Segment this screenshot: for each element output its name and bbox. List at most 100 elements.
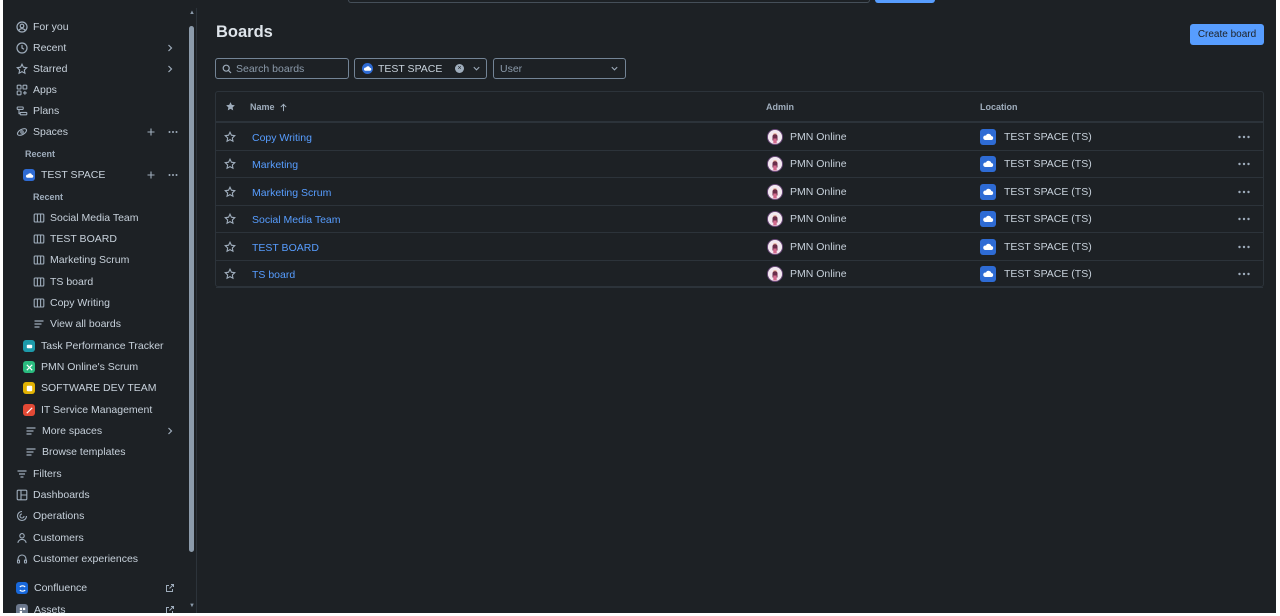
create-board-button[interactable]: Create board (1190, 24, 1264, 45)
board-admin[interactable]: PMN Online (767, 266, 847, 282)
cloud-icon (980, 266, 996, 282)
scroll-down-arrow[interactable]: ▼ (189, 603, 195, 609)
chevron-down-icon[interactable] (610, 64, 619, 73)
board-name-link[interactable]: TEST BOARD (252, 242, 319, 254)
sidebar-item-recent[interactable]: Recent (16, 38, 66, 58)
sidebar-app-confluence[interactable]: Confluence (16, 578, 87, 598)
sidebar-item-spaces[interactable]: Spaces (16, 122, 68, 142)
more-actions-icon[interactable] (1237, 158, 1251, 170)
search-icon (222, 64, 232, 73)
search-input[interactable] (236, 62, 341, 75)
search-boards-field[interactable] (215, 58, 349, 79)
board-location[interactable]: TEST SPACE (TS) (980, 211, 1092, 228)
recent-spaces-label: Recent (25, 149, 56, 159)
sidebar-item-customers[interactable]: Customers (16, 528, 84, 548)
sidebar-item-operations[interactable]: Operations (16, 506, 84, 526)
board-location[interactable]: TEST SPACE (TS) (980, 129, 1092, 145)
cloud-icon (980, 183, 996, 200)
admin-name: PMN Online (790, 158, 847, 171)
more-actions-icon[interactable] (1237, 186, 1251, 198)
board-name-link[interactable]: TS board (252, 269, 295, 281)
sidebar-space-pmn-online-scrum[interactable]: PMN Online's Scrum (23, 357, 138, 377)
star-icon[interactable] (224, 268, 236, 280)
avatar (767, 238, 783, 255)
sidebar-view-all-boards[interactable]: View all boards (33, 314, 121, 334)
add-space-icon[interactable] (146, 127, 156, 140)
more-actions-icon[interactable] (1237, 268, 1251, 280)
global-search-bar[interactable] (348, 0, 870, 3)
board-icon (33, 297, 45, 309)
column-header-name[interactable]: Name (250, 102, 288, 112)
more-options-icon[interactable] (168, 127, 178, 140)
board-location[interactable]: TEST SPACE (TS) (980, 266, 1092, 282)
external-link-icon[interactable] (165, 583, 175, 593)
star-icon[interactable] (224, 213, 236, 225)
table-row: Marketing PMN Online TEST SPACE (TS) (216, 151, 1263, 179)
avatar (767, 211, 783, 228)
sidebar-board-item[interactable]: TS board (33, 272, 93, 292)
sidebar-item-plans[interactable]: Plans (16, 101, 59, 121)
filter-icon (16, 468, 28, 480)
sidebar-app-assets[interactable]: Assets (16, 600, 66, 613)
star-icon[interactable] (224, 240, 236, 253)
location-name: TEST SPACE (TS) (1004, 268, 1092, 280)
confluence-icon (16, 582, 28, 594)
board-location[interactable]: TEST SPACE (TS) (980, 156, 1092, 173)
avatar (767, 156, 783, 173)
sidebar-board-item[interactable]: Social Media Team (33, 208, 139, 228)
sidebar-item-starred[interactable]: Starred (16, 59, 67, 79)
board-location[interactable]: TEST SPACE (TS) (980, 183, 1092, 200)
sidebar-item-customer-experiences[interactable]: Customer experiences (16, 549, 138, 569)
sidebar-item-for-you[interactable]: For you (16, 17, 69, 37)
sidebar-space-test-space[interactable]: TEST SPACE (23, 165, 105, 185)
board-admin[interactable]: PMN Online (767, 238, 847, 255)
avatar (767, 266, 783, 282)
sidebar-board-item[interactable]: TEST BOARD (33, 229, 117, 249)
sidebar-scrollbar-thumb[interactable] (189, 26, 194, 552)
board-name-link[interactable]: Social Media Team (252, 214, 341, 226)
sidebar-board-item[interactable]: Marketing Scrum (33, 250, 129, 270)
chevron-right-icon[interactable] (165, 43, 175, 53)
star-icon[interactable] (224, 158, 236, 170)
sidebar-board-item[interactable]: Copy Writing (33, 293, 110, 313)
column-header-location: Location (980, 102, 1018, 112)
sidebar-space-task-performance-tracker[interactable]: Task Performance Tracker (23, 336, 164, 356)
sidebar-item-apps[interactable]: Apps (16, 80, 57, 100)
more-actions-icon[interactable] (1237, 131, 1251, 143)
star-icon[interactable] (224, 185, 236, 198)
space-avatar-icon (23, 382, 35, 394)
clear-icon[interactable]: × (455, 64, 464, 73)
sidebar-space-software-dev-team[interactable]: SOFTWARE DEV TEAM (23, 378, 157, 398)
space-filter-select[interactable]: TEST SPACE × (354, 58, 487, 79)
scroll-up-arrow[interactable]: ▲ (189, 10, 195, 16)
sidebar-item-filters[interactable]: Filters (16, 464, 62, 484)
cloud-icon (980, 156, 996, 173)
board-admin[interactable]: PMN Online (767, 211, 847, 228)
board-admin[interactable]: PMN Online (767, 129, 847, 145)
sort-ascending-icon (279, 103, 287, 111)
board-admin[interactable]: PMN Online (767, 183, 847, 200)
sidebar-more-spaces[interactable]: More spaces (25, 421, 102, 441)
add-icon[interactable] (146, 170, 156, 183)
user-filter-select[interactable]: User (493, 58, 626, 79)
star-filled-icon[interactable] (225, 101, 236, 112)
chevron-down-icon[interactable] (472, 64, 481, 73)
board-location[interactable]: TEST SPACE (TS) (980, 238, 1092, 255)
list-icon (33, 318, 45, 330)
star-icon[interactable] (224, 131, 236, 143)
global-create-button[interactable] (875, 0, 935, 3)
chevron-right-icon[interactable] (165, 426, 175, 436)
sidebar-space-it-service-management[interactable]: IT Service Management (23, 400, 152, 420)
more-actions-icon[interactable] (1237, 213, 1251, 225)
board-name-link[interactable]: Copy Writing (252, 132, 312, 144)
board-name-link[interactable]: Marketing Scrum (252, 187, 331, 199)
sidebar-item-dashboards[interactable]: Dashboards (16, 485, 90, 505)
external-link-icon[interactable] (165, 605, 175, 613)
chevron-right-icon[interactable] (165, 64, 175, 74)
cloud-icon (23, 169, 35, 181)
more-options-icon[interactable] (168, 170, 178, 183)
more-actions-icon[interactable] (1237, 241, 1251, 253)
sidebar-browse-templates[interactable]: Browse templates (25, 442, 125, 462)
board-admin[interactable]: PMN Online (767, 156, 847, 173)
board-name-link[interactable]: Marketing (252, 159, 298, 171)
